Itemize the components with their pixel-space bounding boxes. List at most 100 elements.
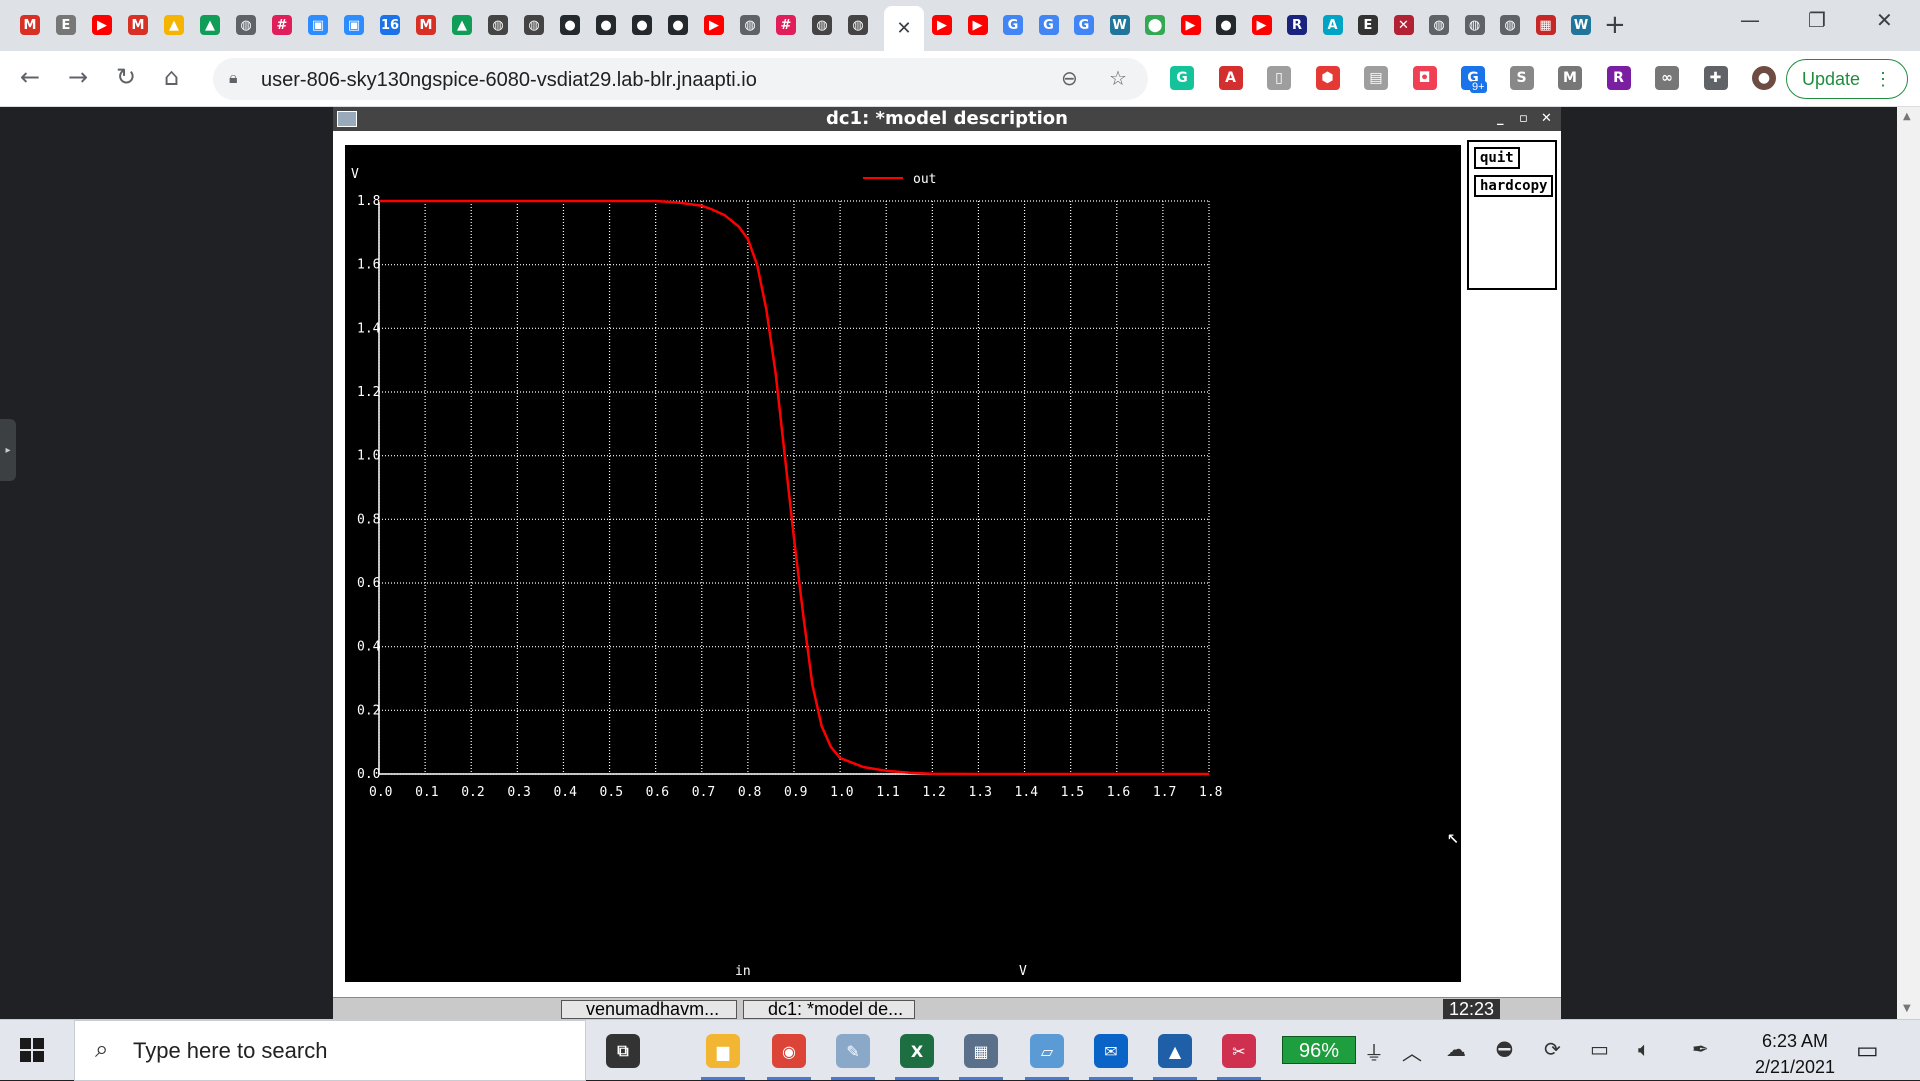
browser-tab-right-18[interactable]: W [1567, 8, 1595, 42]
paint-icon[interactable]: ✎ [836, 1034, 870, 1068]
mail-icon[interactable]: ✉ [1094, 1034, 1128, 1068]
minimize-icon[interactable]: — [1740, 8, 1760, 32]
browser-tab-10[interactable]: 16 [376, 8, 404, 42]
browser-tab-right-8[interactable]: ● [1212, 8, 1240, 42]
quit-button[interactable]: quit [1474, 147, 1520, 169]
new-tab-button[interactable]: + [1604, 10, 1626, 40]
browser-tab-right-16[interactable]: ◍ [1496, 8, 1524, 42]
browser-tab-14[interactable]: ◍ [520, 8, 548, 42]
browser-tab-13[interactable]: ◍ [484, 8, 512, 42]
battery-percentage[interactable]: 96% [1282, 1036, 1356, 1064]
pdf-icon[interactable]: A [1218, 66, 1243, 90]
update-button[interactable]: Update ⋮ [1786, 59, 1908, 99]
back-icon[interactable]: ← [20, 63, 40, 91]
browser-tab-22[interactable]: ◍ [808, 8, 836, 42]
browser-tab-18[interactable]: ● [664, 8, 692, 42]
url-text[interactable]: user-806-sky130ngspice-6080-vsdiat29.lab… [261, 69, 757, 92]
browser-tab-2[interactable]: ▶ [88, 8, 116, 42]
vnc-task-terminal[interactable]: venumadhavm... [561, 1000, 737, 1019]
chrome-icon[interactable]: ◉ [772, 1034, 806, 1068]
x-maximize-icon[interactable]: ▫ [1519, 107, 1528, 131]
x-window-titlebar[interactable]: dc1: *model description _ ▫ ✕ [333, 107, 1561, 131]
browser-tab-right-6[interactable]: ⬤ [1141, 8, 1169, 42]
browser-tab-right-1[interactable]: ▶ [964, 8, 992, 42]
windows-start-icon[interactable] [20, 1038, 44, 1062]
browser-tab-7[interactable]: # [268, 8, 296, 42]
address-bar[interactable]: 🔒︎ user-806-sky130ngspice-6080-vsdiat29.… [213, 58, 1148, 100]
browser-tab-right-9[interactable]: ▶ [1248, 8, 1276, 42]
home-icon[interactable]: ⌂ [164, 63, 179, 91]
pocket-icon[interactable]: ◘ [1412, 66, 1437, 90]
browser-tab-right-17[interactable]: ▦ [1532, 8, 1560, 42]
browser-tab-active[interactable]: ✕ [884, 6, 924, 51]
notes-icon[interactable]: ▱ [1030, 1034, 1064, 1068]
browser-tab-right-14[interactable]: ◍ [1425, 8, 1453, 42]
browser-tab-21[interactable]: # [772, 8, 800, 42]
browser-tab-23[interactable]: ◍ [844, 8, 872, 42]
update-icon[interactable]: ⟳ [1544, 1037, 1561, 1061]
browser-tab-right-10[interactable]: R [1283, 8, 1311, 42]
x-close-icon[interactable]: ✕ [1541, 107, 1552, 131]
calculator-icon[interactable]: ▦ [964, 1034, 998, 1068]
browser-tab-right-12[interactable]: E [1354, 8, 1382, 42]
browser-tab-3[interactable]: M [124, 8, 152, 42]
show-hidden-icons[interactable]: ︿ [1402, 1037, 1422, 1066]
grammarly-icon[interactable]: G [1170, 66, 1194, 90]
photos-icon[interactable]: ▲ [1158, 1034, 1192, 1068]
browser-tab-right-5[interactable]: W [1106, 8, 1134, 42]
link-icon[interactable]: ∞ [1655, 66, 1679, 90]
volume-icon[interactable]: 🔈︎ [1638, 1037, 1650, 1061]
browser-tab-right-7[interactable]: ▶ [1177, 8, 1205, 42]
browser-tab-right-3[interactable]: G [1035, 8, 1063, 42]
scroll-up-icon[interactable]: ▲ [1903, 111, 1911, 122]
browser-tab-12[interactable]: ▲ [448, 8, 476, 42]
browser-tab-16[interactable]: ● [592, 8, 620, 42]
reload-icon[interactable]: ↻ [116, 63, 136, 91]
x-minimize-icon[interactable]: _ [1497, 107, 1504, 131]
forward-icon[interactable]: → [68, 63, 88, 91]
taskbar-search-box[interactable]: ⌕ Type here to search [74, 1020, 586, 1081]
pen-icon[interactable]: ✒ [1692, 1037, 1709, 1061]
close-tab-icon[interactable]: ✕ [896, 18, 911, 39]
browser-tab-17[interactable]: ● [628, 8, 656, 42]
task-view-icon[interactable]: ⧉ [606, 1034, 640, 1068]
scroll-down-icon[interactable]: ▼ [1903, 1003, 1911, 1014]
page-icon[interactable]: ▤ [1364, 66, 1388, 90]
browser-tab-right-13[interactable]: ✕ [1390, 8, 1418, 42]
browser-tab-0[interactable]: M [16, 8, 44, 42]
vnc-task-plot[interactable]: dc1: *model de... [743, 1000, 915, 1019]
browser-tab-4[interactable]: ▲ [160, 8, 188, 42]
s-icon[interactable]: S [1509, 66, 1534, 90]
side-panel-handle[interactable]: ▸ [0, 419, 16, 481]
browser-tab-right-4[interactable]: G [1070, 8, 1098, 42]
plot-area[interactable]: 0.0 0.1 0.2 0.3 0.4 0.5 0.6 0.7 0.8 0.9 1.0 1.1 1.2 1… [345, 145, 1461, 982]
browser-tab-9[interactable]: ▣ [340, 8, 368, 42]
page-scrollbar[interactable]: ▲ ▼ [1897, 107, 1920, 1019]
browser-tab-1[interactable]: E [52, 8, 80, 42]
doc-icon[interactable]: ▯ [1267, 66, 1291, 90]
notifications-icon[interactable]: ▭ [1856, 1036, 1879, 1064]
battery-icon[interactable]: ▭ [1590, 1037, 1609, 1061]
browser-tab-6[interactable]: ◍ [232, 8, 260, 42]
browser-tab-right-0[interactable]: ▶ [928, 8, 956, 42]
lock-icon[interactable]: 🔒︎ [229, 68, 238, 88]
profile-avatar[interactable]: ● [1752, 66, 1776, 90]
browser-tab-right-2[interactable]: G [999, 8, 1027, 42]
more-menu-icon[interactable]: ⋮ [1874, 69, 1892, 90]
file-explorer-icon[interactable]: ▆ [706, 1034, 740, 1068]
browser-tab-20[interactable]: ◍ [736, 8, 764, 42]
restore-icon[interactable]: ❐ [1808, 8, 1826, 32]
browser-tab-8[interactable]: ▣ [304, 8, 332, 42]
usb-icon[interactable]: ⏚ [1364, 1037, 1384, 1066]
bookmark-star-icon[interactable]: ☆ [1109, 66, 1127, 90]
search-placeholder[interactable]: Type here to search [133, 1038, 327, 1064]
browser-tab-11[interactable]: M [412, 8, 440, 42]
browser-tab-right-11[interactable]: A [1319, 8, 1347, 42]
snip-icon[interactable]: ✂ [1222, 1034, 1256, 1068]
browser-tab-right-15[interactable]: ◍ [1461, 8, 1489, 42]
browser-tab-5[interactable]: ▲ [196, 8, 224, 42]
r-icon[interactable]: R [1606, 66, 1631, 90]
system-clock[interactable]: 6:23 AM 2/21/2021 [1735, 1028, 1855, 1080]
excel-icon[interactable]: X [900, 1034, 934, 1068]
shield-icon[interactable]: ⬢ [1315, 66, 1340, 90]
